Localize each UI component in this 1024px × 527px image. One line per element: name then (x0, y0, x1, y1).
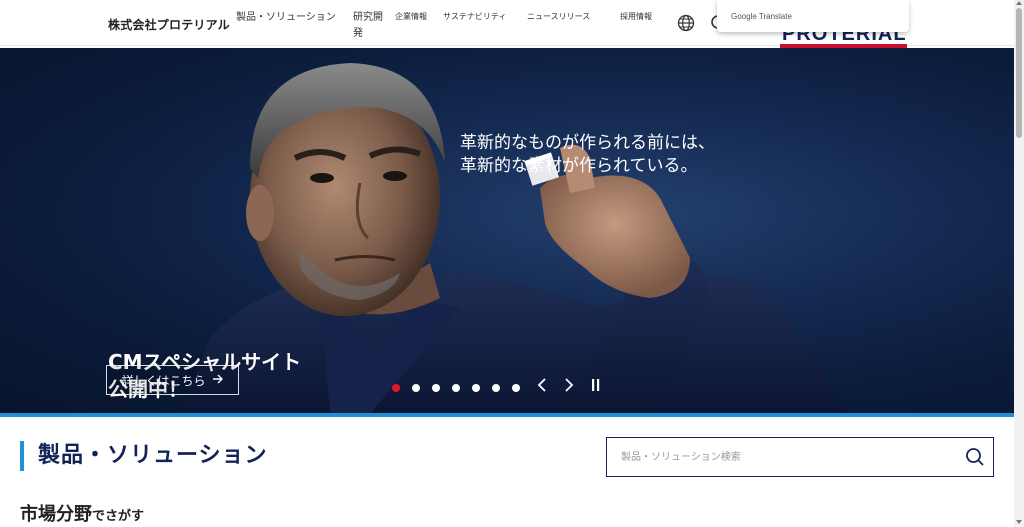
nav-research[interactable]: 研究開発 (353, 10, 391, 42)
carousel-dot-3[interactable] (432, 384, 440, 392)
hero-tagline: 革新的なものが作られる前には、 革新的な素材が作られている。 (460, 132, 715, 178)
nav-products[interactable]: 製品・ソリューション (236, 10, 336, 26)
nav-company-info[interactable]: 企業情報 (395, 9, 431, 25)
nav-recruit[interactable]: 採用情報 (620, 9, 656, 25)
scroll-up-icon[interactable] (1016, 1, 1022, 5)
company-name-link[interactable]: 株式会社プロテリアル (108, 16, 230, 33)
carousel-prev-icon[interactable] (537, 378, 547, 396)
google-translate-label: Google Translate (731, 12, 792, 21)
google-translate-popup[interactable]: Google Translate (717, 0, 909, 32)
language-globe-icon[interactable] (677, 14, 695, 32)
nav-sustainability[interactable]: サステナビリティ (443, 9, 515, 25)
product-search-input[interactable] (607, 438, 947, 476)
arrow-right-icon (212, 373, 224, 387)
hero-bottom-accent (0, 413, 1014, 417)
page-scrollbar[interactable] (1014, 0, 1024, 527)
carousel-dot-5[interactable] (472, 384, 480, 392)
scroll-thumb[interactable] (1016, 8, 1022, 138)
market-heading-suffix: でさがす (92, 509, 145, 524)
carousel-pause-icon[interactable] (591, 378, 601, 396)
products-section-title: 製品・ソリューション (20, 441, 268, 471)
carousel-dot-2[interactable] (412, 384, 420, 392)
scroll-down-icon[interactable] (1016, 520, 1022, 524)
market-heading-main: 市場分野 (20, 504, 92, 525)
tagline-line2: 革新的な素材が作られている。 (460, 156, 698, 176)
market-field-heading: 市場分野でさがす (20, 500, 144, 526)
search-icon[interactable] (965, 447, 985, 467)
carousel-dot-6[interactable] (492, 384, 500, 392)
carousel-dot-4[interactable] (452, 384, 460, 392)
hero-carousel[interactable]: 革新的なものが作られる前には、 革新的な素材が作られている。 CMスペシャルサイ… (0, 48, 1014, 414)
carousel-next-icon[interactable] (564, 378, 574, 396)
carousel-dot-7[interactable] (512, 384, 520, 392)
proterial-logo[interactable]: PROTERIAL (780, 32, 907, 48)
product-search-box[interactable] (606, 437, 994, 477)
tagline-line1: 革新的なものが作られる前には、 (460, 133, 715, 153)
carousel-dot-1[interactable] (392, 384, 400, 392)
more-details-button[interactable]: 詳しくはこちら (106, 365, 239, 395)
carousel-indicators (392, 382, 520, 394)
nav-news-release[interactable]: ニュースリリース (527, 9, 599, 25)
more-details-label: 詳しくはこちら (121, 373, 206, 388)
